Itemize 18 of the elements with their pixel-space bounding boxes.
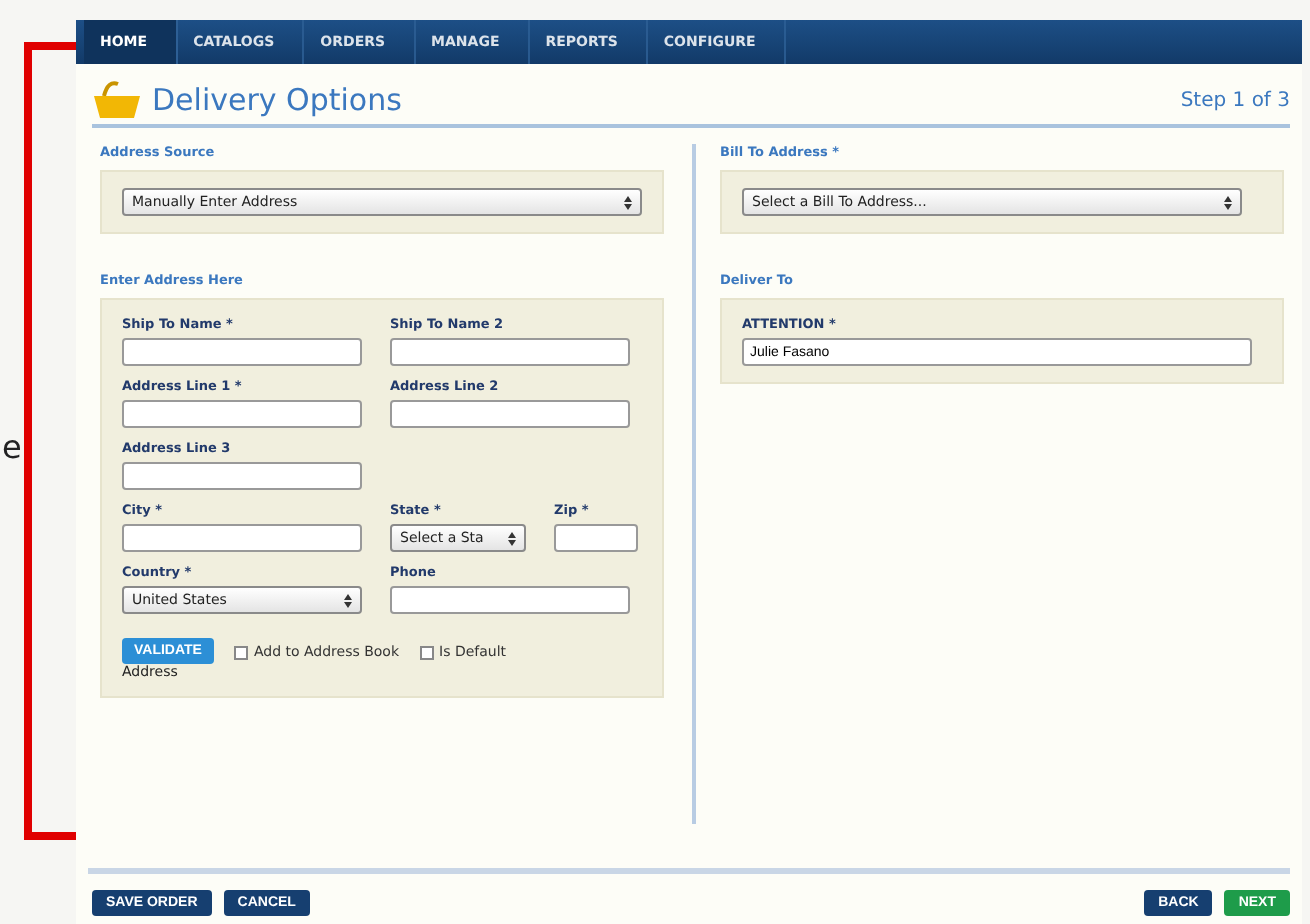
input-field[interactable] [390, 586, 630, 614]
checkbox[interactable] [233, 645, 248, 659]
select-arrows-icon [624, 195, 632, 209]
input-field[interactable] [122, 524, 362, 552]
input-field[interactable] [122, 462, 362, 490]
input-field[interactable] [390, 338, 630, 366]
step-indicator: Step 1 of 3 [1180, 89, 1290, 111]
input-field[interactable] [122, 400, 362, 428]
side-text: e [2, 428, 22, 466]
page-title: Delivery Options [152, 82, 402, 118]
input-field[interactable] [554, 524, 638, 552]
select-arrows-icon [1224, 195, 1232, 209]
input-field[interactable] [122, 338, 362, 366]
select-arrows-icon [508, 531, 516, 545]
basket-icon [92, 80, 144, 120]
select-arrows-icon [344, 593, 352, 607]
input-field[interactable] [390, 400, 630, 428]
checkbox[interactable] [419, 645, 434, 659]
